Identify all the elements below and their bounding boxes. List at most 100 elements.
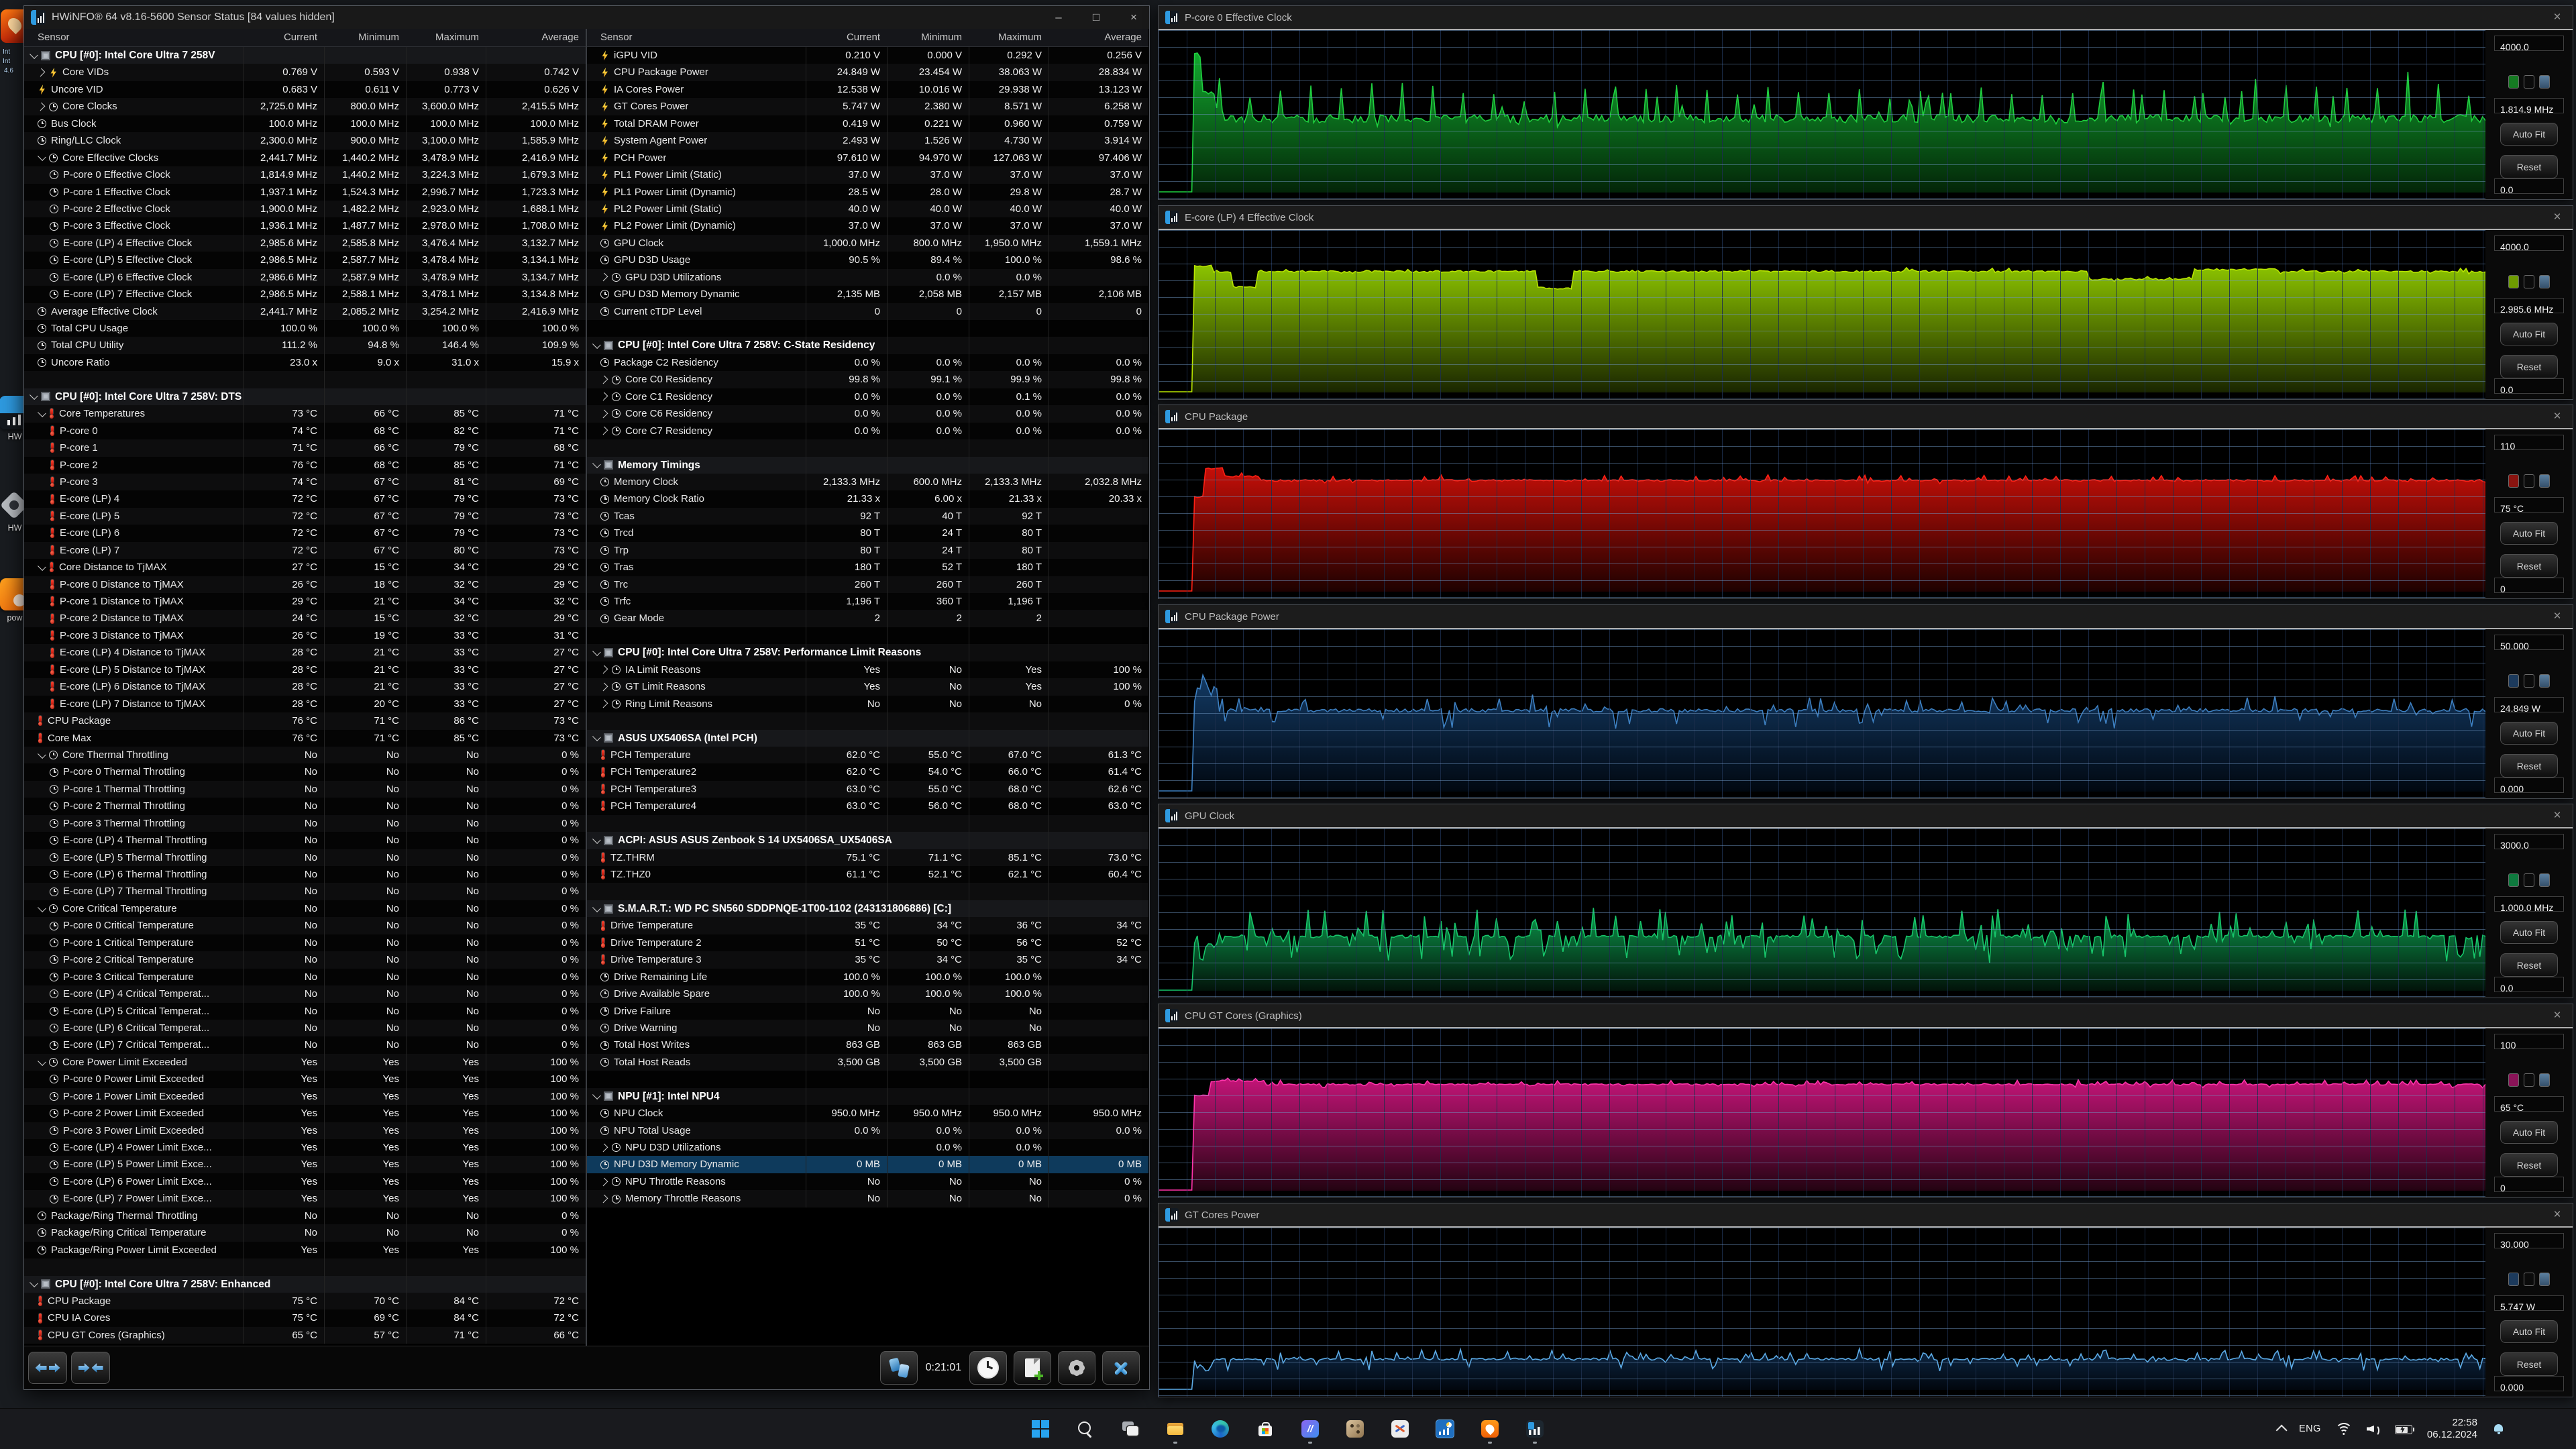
taskbar-icon-start[interactable] <box>1025 1413 1056 1444</box>
sensor-row[interactable]: Total Host Writes863 GB863 GB863 GB <box>587 1036 1148 1053</box>
taskbar-icon-file-explorer[interactable] <box>1160 1413 1191 1444</box>
graphs-button[interactable] <box>880 1351 918 1385</box>
sensor-row[interactable]: P-core 3 Power Limit ExceededYesYesYes10… <box>24 1122 586 1139</box>
background-checkbox[interactable] <box>2524 474 2534 488</box>
sensor-row[interactable]: Trfc1,196 T360 T1,196 T <box>587 593 1148 610</box>
series-color-checkbox[interactable] <box>2508 674 2519 688</box>
series-color-checkbox[interactable] <box>2508 275 2519 288</box>
sensor-row[interactable]: GPU D3D Memory Dynamic2,135 MB2,058 MB2,… <box>587 286 1148 303</box>
sensor-row[interactable]: NPU Total Usage0.0 %0.0 %0.0 %0.0 % <box>587 1122 1148 1139</box>
sensor-row[interactable]: Core Clocks2,725.0 MHz800.0 MHz3,600.0 M… <box>24 98 586 115</box>
sensor-row[interactable]: GPU Clock1,000.0 MHz800.0 MHz1,950.0 MHz… <box>587 235 1148 252</box>
graph-titlebar[interactable]: GPU Clock× <box>1159 804 2573 827</box>
grid-checkbox[interactable] <box>2539 873 2550 887</box>
series-color-checkbox[interactable] <box>2508 1273 2519 1286</box>
sensor-row[interactable]: E-core (LP) 6 Power Limit Exce...YesYesY… <box>24 1173 586 1190</box>
reset-button[interactable]: Reset <box>2500 554 2558 578</box>
sensor-row[interactable]: Core Critical TemperatureNoNoNo0 % <box>24 900 586 917</box>
scale-min-box[interactable]: 0 <box>2494 578 2564 593</box>
column-header-minimum[interactable]: Minimum <box>887 29 969 46</box>
section-header-row[interactable]: ACPI: ASUS ASUS Zenbook S 14 UX5406SA_UX… <box>587 832 1148 849</box>
section-header-row[interactable]: CPU [#0]: Intel Core Ultra 7 258V: C-Sta… <box>587 337 1148 354</box>
sensor-row[interactable]: Package/Ring Critical TemperatureNoNoNo0… <box>24 1224 586 1241</box>
sensor-row[interactable]: E-core (LP) 4 Power Limit Exce...YesYesY… <box>24 1139 586 1156</box>
sensor-row[interactable]: Drive Temperature 335 °C34 °C35 °C34 °C <box>587 951 1148 968</box>
sensor-row[interactable]: Memory Clock Ratio21.33 x6.00 x21.33 x20… <box>587 490 1148 507</box>
close-button[interactable]: × <box>1125 11 1142 24</box>
sensor-row[interactable]: E-core (LP) 672 °C67 °C79 °C73 °C <box>24 525 586 541</box>
background-checkbox[interactable] <box>2524 275 2534 288</box>
sensor-row[interactable]: Trp80 T24 T80 T <box>587 542 1148 559</box>
sensor-row[interactable]: CPU IA Cores75 °C69 °C84 °C72 °C <box>24 1309 586 1326</box>
sensor-row[interactable]: P-core 1 Critical TemperatureNoNoNo0 % <box>24 934 586 951</box>
sensor-row[interactable]: Gear Mode222 <box>587 610 1148 627</box>
sensor-row[interactable]: Core Temperatures73 °C66 °C85 °C71 °C <box>24 405 586 422</box>
background-checkbox[interactable] <box>2524 1073 2534 1087</box>
sensor-row[interactable]: Average Effective Clock2,441.7 MHz2,085.… <box>24 303 586 320</box>
sensor-row[interactable]: Drive Temperature 251 °C50 °C56 °C52 °C <box>587 934 1148 951</box>
sensor-row[interactable]: Ring Limit ReasonsNoNoNo0 % <box>587 696 1148 712</box>
sensor-row[interactable]: P-core 0 Power Limit ExceededYesYesYes10… <box>24 1071 586 1087</box>
sensor-row[interactable]: E-core (LP) 472 °C67 °C79 °C73 °C <box>24 490 586 507</box>
scale-min-box[interactable]: 0.0 <box>2494 178 2564 194</box>
sensor-row[interactable]: Drive Temperature35 °C34 °C36 °C34 °C <box>587 917 1148 934</box>
sensor-row[interactable]: PL1 Power Limit (Static)37.0 W37.0 W37.0… <box>587 166 1148 183</box>
sensor-row[interactable]: E-core (LP) 7 Effective Clock2,986.5 MHz… <box>24 286 586 303</box>
sensor-row[interactable]: P-core 0 Critical TemperatureNoNoNo0 % <box>24 917 586 934</box>
reset-button[interactable]: Reset <box>2500 1153 2558 1177</box>
sensor-row[interactable]: P-core 3 Distance to TjMAX26 °C19 °C33 °… <box>24 627 586 644</box>
sensor-row[interactable]: Core Effective Clocks2,441.7 MHz1,440.2 … <box>24 150 586 166</box>
sensor-row[interactable]: Core VIDs0.769 V0.593 V0.938 V0.742 V <box>24 64 586 80</box>
column-header-average[interactable]: Average <box>1049 29 1148 46</box>
auto-fit-button[interactable]: Auto Fit <box>2500 123 2558 146</box>
sensor-row[interactable]: GPU D3D Usage90.5 %89.4 %100.0 %98.6 % <box>587 252 1148 268</box>
reset-button[interactable]: Reset <box>2500 953 2558 977</box>
scale-max-box[interactable]: 30.000 <box>2494 1233 2564 1248</box>
report-button[interactable] <box>1014 1351 1051 1385</box>
sensor-row[interactable]: CPU GT Cores (Graphics)65 °C57 °C71 °C66… <box>24 1327 586 1344</box>
sensor-row[interactable]: PCH Power97.610 W94.970 W127.063 W97.406… <box>587 150 1148 166</box>
series-color-checkbox[interactable] <box>2508 1073 2519 1087</box>
sensor-row[interactable]: TZ.THZ061.1 °C52.1 °C62.1 °C60.4 °C <box>587 866 1148 883</box>
section-header-row[interactable]: CPU [#0]: Intel Core Ultra 7 258V: DTS <box>24 388 586 405</box>
sensor-row[interactable]: CPU Package Power24.849 W23.454 W38.063 … <box>587 64 1148 80</box>
sensor-row[interactable]: E-core (LP) 772 °C67 °C80 °C73 °C <box>24 542 586 559</box>
graph-titlebar[interactable]: GT Cores Power× <box>1159 1203 2573 1226</box>
sensor-row[interactable]: P-core 0 Distance to TjMAX26 °C18 °C32 °… <box>24 576 586 593</box>
sensor-row[interactable]: Core C1 Residency0.0 %0.0 %0.1 %0.0 % <box>587 388 1148 405</box>
sensor-row[interactable]: E-core (LP) 6 Effective Clock2,986.6 MHz… <box>24 269 586 286</box>
sensor-row[interactable]: P-core 3 Critical TemperatureNoNoNo0 % <box>24 969 586 985</box>
scale-max-box[interactable]: 4000.0 <box>2494 36 2564 51</box>
sensor-row[interactable]: P-core 1 Distance to TjMAX29 °C21 °C34 °… <box>24 593 586 610</box>
taskbar-icon-edge[interactable] <box>1205 1413 1236 1444</box>
sensor-row[interactable]: IA Cores Power12.538 W10.016 W29.938 W13… <box>587 81 1148 98</box>
sensor-row[interactable]: Drive FailureNoNoNo <box>587 1003 1148 1020</box>
sensor-row[interactable]: P-core 2 Distance to TjMAX24 °C15 °C32 °… <box>24 610 586 627</box>
section-header-row[interactable]: CPU [#0]: Intel Core Ultra 7 258V: Perfo… <box>587 644 1148 661</box>
sensor-row[interactable]: NPU Throttle ReasonsNoNoNo0 % <box>587 1173 1148 1190</box>
reset-button[interactable]: Reset <box>2500 754 2558 777</box>
graph-titlebar[interactable]: CPU Package Power× <box>1159 605 2573 628</box>
sensor-row[interactable]: E-core (LP) 5 Critical Temperat...NoNoNo… <box>24 1003 586 1020</box>
sensor-row[interactable]: P-core 2 Effective Clock1,900.0 MHz1,482… <box>24 201 586 217</box>
taskbar-icon-monitoring-app[interactable] <box>1430 1413 1460 1444</box>
sensor-row[interactable]: Ring/LLC Clock2,300.0 MHz900.0 MHz3,100.… <box>24 132 586 149</box>
sensor-row[interactable]: Current cTDP Level0000 <box>587 303 1148 320</box>
scale-max-box[interactable]: 100 <box>2494 1034 2564 1049</box>
sensor-row[interactable]: PL2 Power Limit (Dynamic)37.0 W37.0 W37.… <box>587 217 1148 234</box>
language-indicator[interactable]: ENG <box>2299 1424 2321 1434</box>
reset-button[interactable]: Reset <box>2500 355 2558 378</box>
sensor-row[interactable]: P-core 3 Effective Clock1,936.1 MHz1,487… <box>24 217 586 234</box>
reset-button[interactable]: Reset <box>2500 155 2558 178</box>
sensor-row[interactable]: TZ.THRM75.1 °C71.1 °C85.1 °C73.0 °C <box>587 849 1148 866</box>
auto-fit-button[interactable]: Auto Fit <box>2500 921 2558 945</box>
column-header-current[interactable]: Current <box>243 29 324 46</box>
sensor-row[interactable]: P-core 2 Power Limit ExceededYesYesYes10… <box>24 1105 586 1122</box>
sensor-row[interactable]: Core Power Limit ExceededYesYesYes100 % <box>24 1054 586 1071</box>
sensor-row[interactable]: CPU Package76 °C71 °C86 °C73 °C <box>24 712 586 729</box>
taskbar-icon-task-view[interactable] <box>1115 1413 1146 1444</box>
collapse-columns-button[interactable] <box>71 1352 110 1384</box>
sensor-row[interactable]: NPU Clock950.0 MHz950.0 MHz950.0 MHz950.… <box>587 1105 1148 1122</box>
sensor-row[interactable]: Package/Ring Power Limit ExceededYesYesY… <box>24 1242 586 1258</box>
sensor-row[interactable]: E-core (LP) 5 Power Limit Exce...YesYesY… <box>24 1156 586 1173</box>
